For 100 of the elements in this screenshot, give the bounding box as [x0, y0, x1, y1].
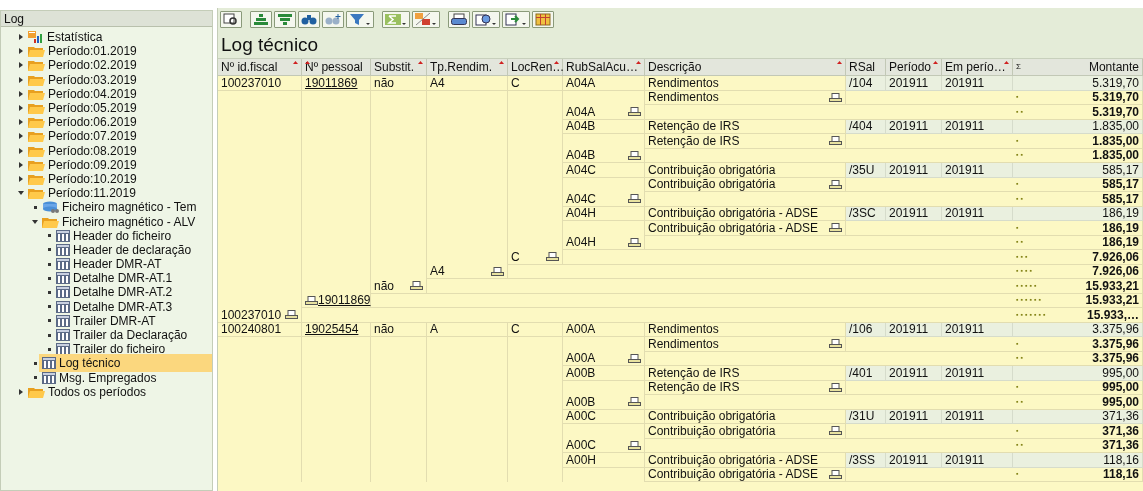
sort-descending-icon[interactable] — [274, 10, 296, 28]
folder-icon — [28, 158, 45, 171]
table-cell: 201911 — [945, 119, 985, 134]
table-cell: 371,36 — [1102, 438, 1139, 453]
tree-item[interactable]: Log técnico — [39, 354, 212, 373]
table-icon — [42, 357, 56, 370]
table-cell: A — [430, 322, 438, 337]
link[interactable]: 19011869 — [318, 293, 371, 308]
column-header[interactable]: LocRen… — [508, 59, 563, 76]
table-cell: 1.835,00 — [1092, 133, 1139, 148]
table-cell: 995,00 — [1102, 380, 1139, 395]
column-header[interactable]: Nº id.fiscal — [218, 59, 302, 76]
filter-icon[interactable] — [346, 10, 374, 28]
column-header[interactable]: Tp.Rendim. — [427, 59, 508, 76]
table-cell: 5.319,70 — [1092, 104, 1139, 119]
table-cell: A04H — [566, 235, 597, 250]
folder-icon — [42, 215, 59, 228]
expand-arrow-icon[interactable] — [17, 147, 25, 154]
subtotals-icon[interactable] — [412, 10, 440, 28]
table-cell: A04C — [566, 191, 597, 206]
table-cell: Retenção de IRS — [648, 133, 740, 148]
table-cell: 201911 — [945, 322, 985, 337]
table-cell: C — [511, 249, 520, 264]
column-header[interactable]: Substit. — [371, 59, 427, 76]
subtotal-icon — [491, 266, 504, 276]
subtotal-icon — [410, 281, 423, 291]
subtotal-icon — [305, 295, 318, 305]
table-icon — [56, 258, 70, 271]
table-cell: Contribuição obrigatória - ADSE — [648, 206, 819, 221]
chart-icon — [28, 31, 44, 44]
table-cell: não — [374, 322, 395, 337]
bullet-icon — [31, 376, 39, 380]
views-icon[interactable] — [472, 10, 500, 28]
table-cell: 201911 — [945, 365, 985, 380]
folder-icon — [28, 172, 45, 185]
subtotal-icon — [829, 339, 842, 349]
link[interactable]: 19025454 — [305, 322, 359, 337]
table-cell: Rendimentos — [648, 322, 719, 337]
table-cell: A00A — [566, 322, 596, 337]
table-cell: 201911 — [945, 206, 985, 221]
table-cell: 15.933,21 — [1085, 278, 1139, 293]
table-cell: não — [374, 75, 395, 90]
table-cell: Retenção de IRS — [648, 380, 740, 395]
expand-arrow-icon[interactable] — [17, 34, 25, 41]
expand-arrow-icon[interactable] — [17, 175, 25, 182]
subtotal-icon — [829, 469, 842, 479]
expand-arrow-icon[interactable] — [17, 119, 25, 126]
table-cell: Contribuição obrigatória - ADSE — [648, 467, 819, 482]
export-icon[interactable] — [502, 10, 530, 28]
table-cell: 995,00 — [1102, 394, 1139, 409]
table-icon — [56, 286, 70, 299]
table-cell: 201911 — [889, 322, 929, 337]
sort-ascending-icon[interactable] — [250, 10, 272, 28]
collapse-arrow-icon[interactable] — [17, 190, 25, 197]
column-header[interactable]: Descrição — [645, 59, 846, 76]
table-cell: 201911 — [889, 452, 929, 467]
table-icon — [56, 343, 70, 356]
table-cell: 201911 — [889, 365, 929, 380]
expand-arrow-icon[interactable] — [17, 62, 25, 69]
folder-icon — [28, 87, 45, 100]
subtotal-icon — [285, 310, 298, 320]
table-cell: 201911 — [889, 409, 929, 424]
details-icon[interactable] — [220, 10, 242, 28]
collapse-arrow-icon[interactable] — [31, 218, 39, 225]
table-cell: Contribuição obrigatória — [648, 162, 776, 177]
print-icon[interactable] — [448, 10, 470, 28]
table-cell: 186,19 — [1102, 220, 1139, 235]
expand-arrow-icon[interactable] — [17, 161, 25, 168]
table-cell: 7.926,06 — [1092, 264, 1139, 279]
subtotal-icon — [829, 426, 842, 436]
link[interactable]: 19011869 — [305, 75, 358, 90]
folder-icon — [28, 187, 45, 200]
table-cell: Contribuição obrigatória - ADSE — [648, 452, 819, 467]
binoculars-icon[interactable] — [298, 10, 320, 28]
expand-arrow-icon[interactable] — [17, 48, 25, 55]
bullet-icon — [45, 290, 53, 294]
subtotal-icon — [628, 397, 641, 407]
binoculars-plus-icon[interactable] — [322, 10, 344, 28]
layout-icon[interactable] — [532, 10, 554, 28]
table-cell: 585,17 — [1102, 191, 1139, 206]
table-cell: 15.933,… — [1086, 307, 1139, 322]
table-cell: /404 — [849, 119, 873, 134]
table-cell: 118,16 — [1103, 452, 1139, 467]
table-cell: 3.375,96 — [1092, 322, 1139, 337]
expand-arrow-icon[interactable] — [17, 388, 25, 395]
expand-arrow-icon[interactable] — [17, 90, 25, 97]
table-cell: C — [511, 75, 520, 90]
table-cell: 1.835,00 — [1092, 148, 1139, 163]
sum-marker: Σ — [1016, 61, 1021, 73]
table-cell: /3SC — [849, 206, 876, 221]
expand-arrow-icon[interactable] — [17, 76, 25, 83]
table-cell: 201911 — [889, 75, 929, 90]
column-header[interactable]: RubSalAcu… — [563, 59, 645, 76]
bullet-icon — [45, 305, 53, 309]
sum-icon[interactable] — [382, 10, 410, 28]
table-cell: 201911 — [889, 119, 929, 134]
expand-arrow-icon[interactable] — [17, 133, 25, 140]
expand-arrow-icon[interactable] — [17, 105, 25, 112]
table-cell: 371,36 — [1102, 423, 1139, 438]
folder-icon — [28, 45, 45, 58]
